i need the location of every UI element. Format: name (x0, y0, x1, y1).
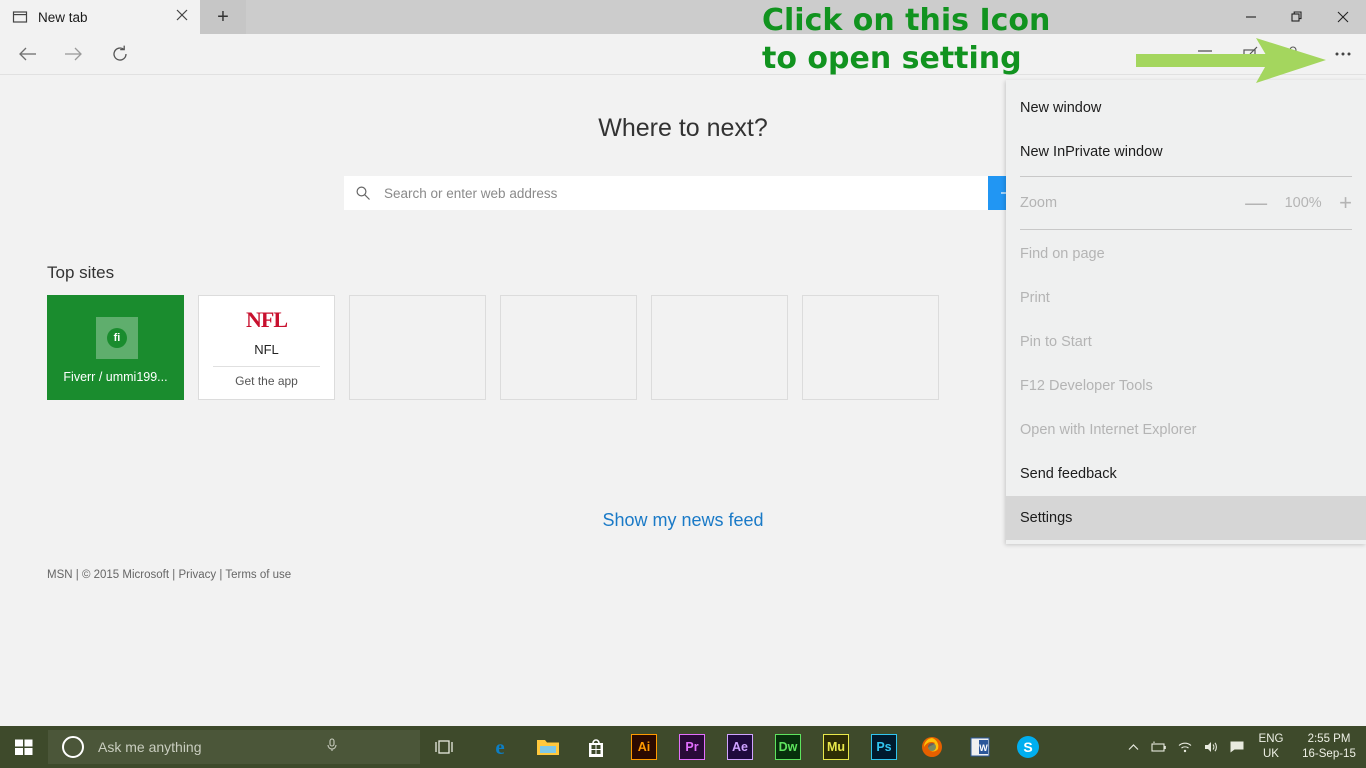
language-line-1: ENG (1250, 732, 1292, 747)
battery-icon[interactable] (1146, 726, 1172, 768)
clock-date: 16-Sep-15 (1292, 747, 1366, 762)
menu-zoom-row: Zoom — 100% + (1006, 179, 1366, 227)
taskbar-app-dreamweaver[interactable]: Dw (764, 726, 812, 768)
divider (213, 366, 320, 367)
language-indicator[interactable]: ENG UK (1250, 732, 1292, 762)
cortana-circle-icon (62, 736, 84, 758)
taskbar-app-edge[interactable]: e (476, 726, 524, 768)
wifi-icon[interactable] (1172, 726, 1198, 768)
menu-item-settings[interactable]: Settings (1006, 496, 1366, 540)
footer-msn: MSN | (47, 569, 79, 581)
taskbar-app-photoshop[interactable]: Ps (860, 726, 908, 768)
microphone-icon[interactable] (324, 737, 340, 758)
windows-taskbar: Ask me anything e Ai Pr (0, 726, 1366, 768)
volume-icon[interactable] (1198, 726, 1224, 768)
footer-sep: | (219, 569, 222, 581)
taskbar-app-word[interactable]: W (956, 726, 1004, 768)
refresh-icon[interactable] (100, 39, 140, 69)
get-the-app-link[interactable]: Get the app (199, 374, 334, 388)
cortana-search-box[interactable]: Ask me anything (48, 730, 420, 764)
arrow-left-icon[interactable] (8, 39, 48, 69)
search-icon (344, 185, 382, 201)
search-input[interactable] (382, 176, 988, 210)
edge-browser-window: New tab + (0, 0, 1366, 768)
close-icon[interactable] (174, 9, 190, 25)
menu-item-open-with-internet-explorer: Open with Internet Explorer (1006, 408, 1366, 452)
annotation-line-1: Click on this Icon (762, 2, 1362, 40)
edge-more-menu: New window New InPrivate window Zoom — 1… (1006, 80, 1366, 544)
arrow-right-annotation-icon (1136, 36, 1336, 91)
illustrator-icon: Ai (631, 734, 657, 760)
page-icon (12, 9, 28, 25)
tile-label: NFL (199, 342, 334, 357)
clock[interactable]: 2:55 PM 16-Sep-15 (1292, 732, 1366, 762)
taskbar-apps: e Ai Pr Ae Dw Mu Ps (476, 726, 1052, 768)
taskbar-app-illustrator[interactable]: Ai (620, 726, 668, 768)
fiverr-logo-icon: fi (96, 317, 138, 359)
after-effects-icon: Ae (727, 734, 753, 760)
taskbar-app-firefox[interactable] (908, 726, 956, 768)
arrow-right-icon[interactable] (53, 39, 93, 69)
zoom-controls: — 100% + (1245, 192, 1352, 214)
premiere-pro-icon: Pr (679, 734, 705, 760)
svg-text:S: S (1023, 739, 1032, 755)
fiverr-mark: fi (107, 328, 127, 348)
svg-text:e: e (495, 735, 504, 759)
clock-time: 2:55 PM (1292, 732, 1366, 747)
svg-text:W: W (979, 743, 988, 753)
new-tab-button[interactable]: + (200, 0, 246, 34)
top-sites-heading: Top sites (47, 263, 114, 283)
muse-icon: Mu (823, 734, 849, 760)
divider (1020, 176, 1352, 177)
divider (1020, 229, 1352, 230)
taskbar-app-file-explorer[interactable] (524, 726, 572, 768)
taskbar-app-after-effects[interactable]: Ae (716, 726, 764, 768)
zoom-out-button[interactable]: — (1245, 192, 1267, 214)
zoom-label: Zoom (1020, 195, 1057, 211)
menu-item-new-window[interactable]: New window (1006, 86, 1366, 130)
taskbar-app-muse[interactable]: Mu (812, 726, 860, 768)
photoshop-icon: Ps (871, 734, 897, 760)
footer-copyright: © 2015 Microsoft (82, 569, 169, 581)
address-search-bar[interactable] (344, 176, 1024, 210)
menu-item-print: Print (1006, 276, 1366, 320)
taskbar-app-store[interactable] (572, 726, 620, 768)
cortana-placeholder: Ask me anything (98, 739, 202, 755)
tab-title: New tab (38, 10, 88, 25)
windows-start-icon[interactable] (0, 726, 48, 768)
top-sites-grid: fi Fiverr / ummi199... NFL NFL Get the a… (47, 295, 939, 400)
zoom-in-button[interactable]: + (1339, 192, 1352, 214)
system-tray: ENG UK 2:55 PM 16-Sep-15 (1120, 726, 1366, 768)
tile-empty[interactable] (349, 295, 486, 400)
menu-item-find-on-page: Find on page (1006, 232, 1366, 276)
zoom-value: 100% (1283, 195, 1323, 211)
nfl-logo-icon: NFL (199, 307, 334, 333)
taskbar-app-skype[interactable]: S (1004, 726, 1052, 768)
tab-new-tab[interactable]: New tab (0, 0, 200, 34)
menu-item-pin-to-start: Pin to Start (1006, 320, 1366, 364)
action-center-icon[interactable] (1224, 726, 1250, 768)
language-line-2: UK (1250, 747, 1292, 762)
footer-sep: | (172, 569, 175, 581)
taskbar-app-premiere-pro[interactable]: Pr (668, 726, 716, 768)
tile-label: Fiverr / ummi199... (47, 370, 184, 384)
menu-item-new-inprivate-window[interactable]: New InPrivate window (1006, 130, 1366, 174)
tile-empty[interactable] (802, 295, 939, 400)
footer-privacy-link[interactable]: Privacy (178, 569, 216, 581)
menu-item-send-feedback[interactable]: Send feedback (1006, 452, 1366, 496)
chevron-up-icon[interactable] (1120, 726, 1146, 768)
tile-nfl[interactable]: NFL NFL Get the app (198, 295, 335, 400)
tile-fiverr[interactable]: fi Fiverr / ummi199... (47, 295, 184, 400)
menu-item-f12-developer-tools: F12 Developer Tools (1006, 364, 1366, 408)
dreamweaver-icon: Dw (775, 734, 801, 760)
task-view-icon[interactable] (420, 738, 468, 756)
tile-empty[interactable] (651, 295, 788, 400)
footer-terms-link[interactable]: Terms of use (225, 569, 291, 581)
footer: MSN | © 2015 Microsoft | Privacy | Terms… (47, 569, 291, 581)
tile-empty[interactable] (500, 295, 637, 400)
